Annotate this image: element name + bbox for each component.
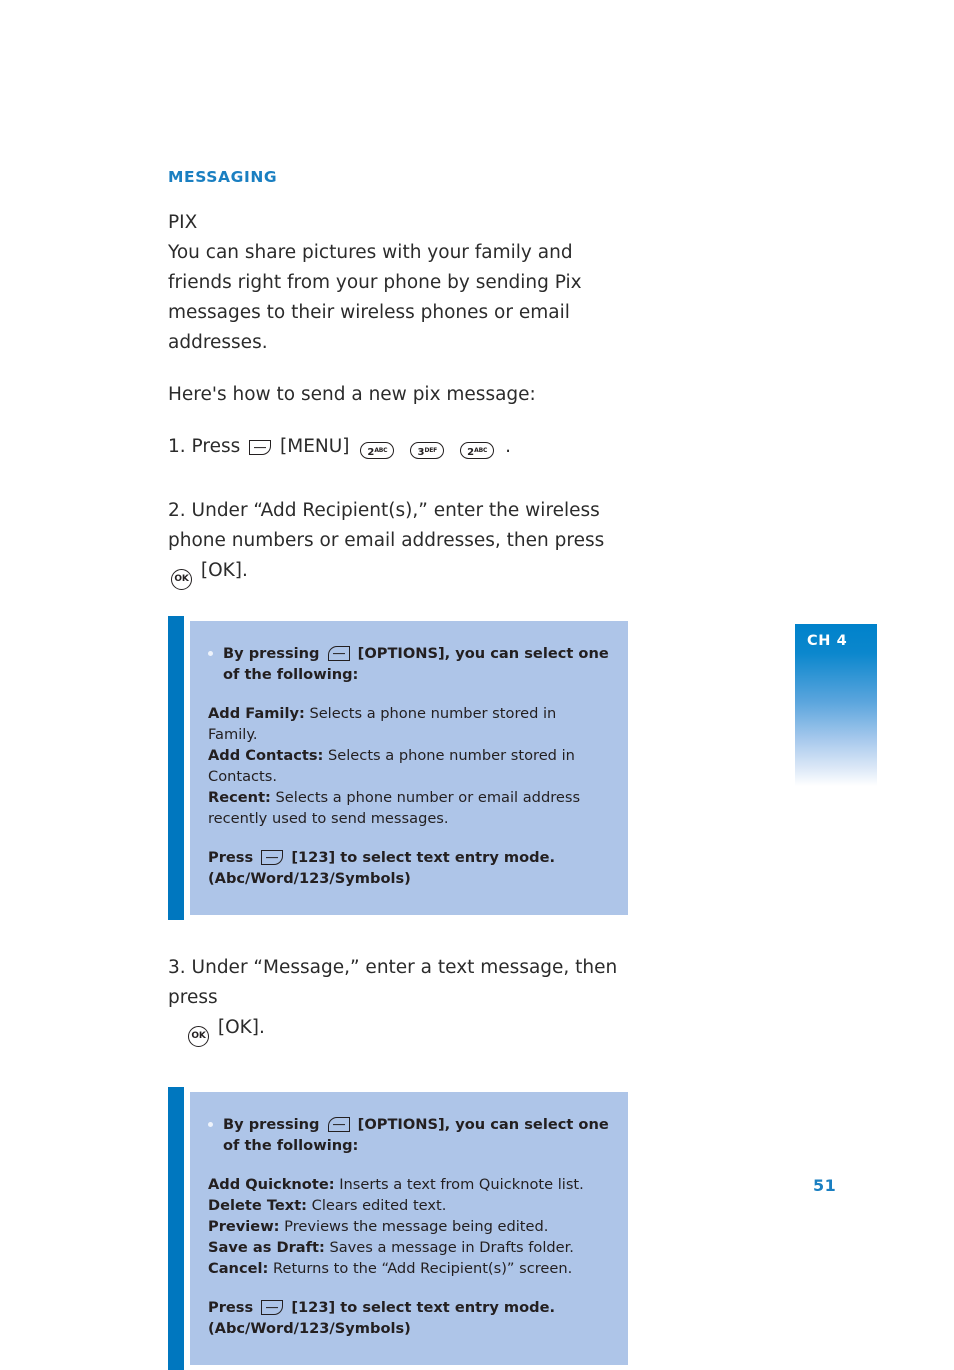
soft-key-left-icon bbox=[327, 646, 350, 661]
callout2-option-item: Save as Draft: Saves a message in Drafts… bbox=[208, 1237, 610, 1258]
step-2-text-before: Under “Add Recipient(s),” enter the wire… bbox=[168, 500, 605, 551]
callout1-press-modes: (Abc/Word/123/Symbols) bbox=[208, 870, 411, 887]
option-term: Delete Text: bbox=[208, 1197, 308, 1214]
option-term: Recent: bbox=[208, 789, 271, 806]
keypad-key-3def-icon: 3DEF bbox=[410, 442, 445, 459]
callout1-option-item: Add Contacts: Selects a phone number sto… bbox=[208, 745, 610, 787]
bullet-dot-icon bbox=[208, 651, 213, 656]
callout-bullet: By pressing [OPTIONS], you can select on… bbox=[208, 643, 610, 685]
step-2-number: 2. bbox=[168, 500, 186, 521]
option-desc: Clears edited text. bbox=[311, 1197, 447, 1214]
option-term: Preview: bbox=[208, 1218, 280, 1235]
callout2-bullet-part1: By pressing bbox=[223, 1116, 320, 1133]
page-content-column: MESSAGING PIX You can share pictures wit… bbox=[168, 168, 628, 1370]
step-1: 1. Press [MENU] 2ABC 3DEF 2ABC . bbox=[168, 432, 628, 462]
page-number: 51 bbox=[813, 1176, 837, 1195]
callout2-press-modes: (Abc/Word/123/Symbols) bbox=[208, 1320, 411, 1337]
callout-body: By pressing [OPTIONS], you can select on… bbox=[190, 1092, 628, 1365]
option-term: Add Family: bbox=[208, 705, 305, 722]
step-1-press-label: Press bbox=[191, 436, 241, 457]
lead-in-text: Here's how to send a new pix message: bbox=[168, 384, 536, 405]
callout-box-recipients: By pressing [OPTIONS], you can select on… bbox=[168, 616, 628, 920]
step-3-text-after: [OK]. bbox=[217, 1017, 265, 1038]
option-term: Save as Draft: bbox=[208, 1239, 325, 1256]
step-3-number: 3. bbox=[168, 957, 186, 978]
callout2-option-item: Preview: Previews the message being edit… bbox=[208, 1216, 610, 1237]
callout1-press-note: Press [123] to select text entry mode. (… bbox=[208, 847, 610, 889]
callout1-options-list: Add Family: Selects a phone number store… bbox=[208, 703, 610, 829]
callout2-press-text: [123] to select text entry mode. bbox=[291, 1299, 556, 1316]
option-desc: Previews the message being edited. bbox=[284, 1218, 549, 1235]
option-desc: Saves a message in Drafts folder. bbox=[329, 1239, 574, 1256]
chapter-tab: CH 4 bbox=[795, 624, 877, 786]
keypad-key-2abc-icon: 2ABC bbox=[360, 442, 395, 459]
callout-accent-bar bbox=[168, 1087, 184, 1370]
keypad-key-2abc-icon-2: 2ABC bbox=[460, 442, 495, 459]
chapter-tab-label: CH 4 bbox=[807, 633, 848, 649]
callout1-option-item: Recent: Selects a phone number or email … bbox=[208, 787, 610, 829]
step-3-text-before: Under “Message,” enter a text message, t… bbox=[168, 957, 618, 1008]
callout2-options-list: Add Quicknote: Inserts a text from Quick… bbox=[208, 1174, 610, 1279]
callout-box-message: By pressing [OPTIONS], you can select on… bbox=[168, 1087, 628, 1370]
keypad-letters: ABC bbox=[374, 447, 388, 454]
callout2-option-item: Delete Text: Clears edited text. bbox=[208, 1195, 610, 1216]
option-desc: Returns to the “Add Recipient(s)” screen… bbox=[272, 1260, 573, 1277]
step-2: 2. Under “Add Recipient(s),” enter the w… bbox=[168, 496, 628, 590]
bullet-dot-icon bbox=[208, 1122, 213, 1127]
callout1-press-label: Press bbox=[208, 849, 254, 866]
callout-bullet-text: By pressing [OPTIONS], you can select on… bbox=[223, 1114, 610, 1156]
step-1-period: . bbox=[505, 436, 511, 457]
callout2-press-note: Press [123] to select text entry mode. (… bbox=[208, 1297, 610, 1339]
soft-key-right-icon bbox=[261, 850, 284, 865]
option-desc: Inserts a text from Quicknote list. bbox=[339, 1176, 584, 1193]
step-2-text-after: [OK]. bbox=[200, 560, 248, 581]
section-heading: MESSAGING bbox=[168, 168, 278, 186]
option-term: Add Contacts: bbox=[208, 747, 324, 764]
step-3-continuation: OK [OK]. bbox=[168, 1017, 265, 1047]
step-1-number: 1. bbox=[168, 436, 186, 457]
step-1-menu-label: [MENU] bbox=[280, 436, 350, 457]
callout-bullet-text: By pressing [OPTIONS], you can select on… bbox=[223, 643, 610, 685]
callout2-press-label: Press bbox=[208, 1299, 254, 1316]
step-3: 3. Under “Message,” enter a text message… bbox=[168, 953, 628, 1047]
callout2-option-item: Cancel: Returns to the “Add Recipient(s)… bbox=[208, 1258, 610, 1279]
option-term: Cancel: bbox=[208, 1260, 269, 1277]
option-term: Add Quicknote: bbox=[208, 1176, 335, 1193]
ok-key-icon: OK bbox=[188, 1026, 209, 1047]
soft-key-left-icon bbox=[327, 1117, 350, 1132]
callout2-option-item: Add Quicknote: Inserts a text from Quick… bbox=[208, 1174, 610, 1195]
intro-paragraph: You can share pictures with your family … bbox=[168, 242, 582, 353]
soft-key-right-icon bbox=[261, 1300, 284, 1315]
callout1-option-item: Add Family: Selects a phone number store… bbox=[208, 703, 610, 745]
keypad-letters: DEF bbox=[424, 447, 438, 454]
keypad-letters: ABC bbox=[474, 447, 488, 454]
callout-accent-bar bbox=[168, 616, 184, 920]
subheading-pix: PIX bbox=[168, 212, 198, 233]
callout-body: By pressing [OPTIONS], you can select on… bbox=[190, 621, 628, 915]
soft-key-right-icon bbox=[249, 440, 272, 455]
callout-bullet: By pressing [OPTIONS], you can select on… bbox=[208, 1114, 610, 1156]
callout1-press-text: [123] to select text entry mode. bbox=[291, 849, 556, 866]
ok-key-icon: OK bbox=[171, 569, 192, 590]
callout1-bullet-part1: By pressing bbox=[223, 645, 320, 662]
